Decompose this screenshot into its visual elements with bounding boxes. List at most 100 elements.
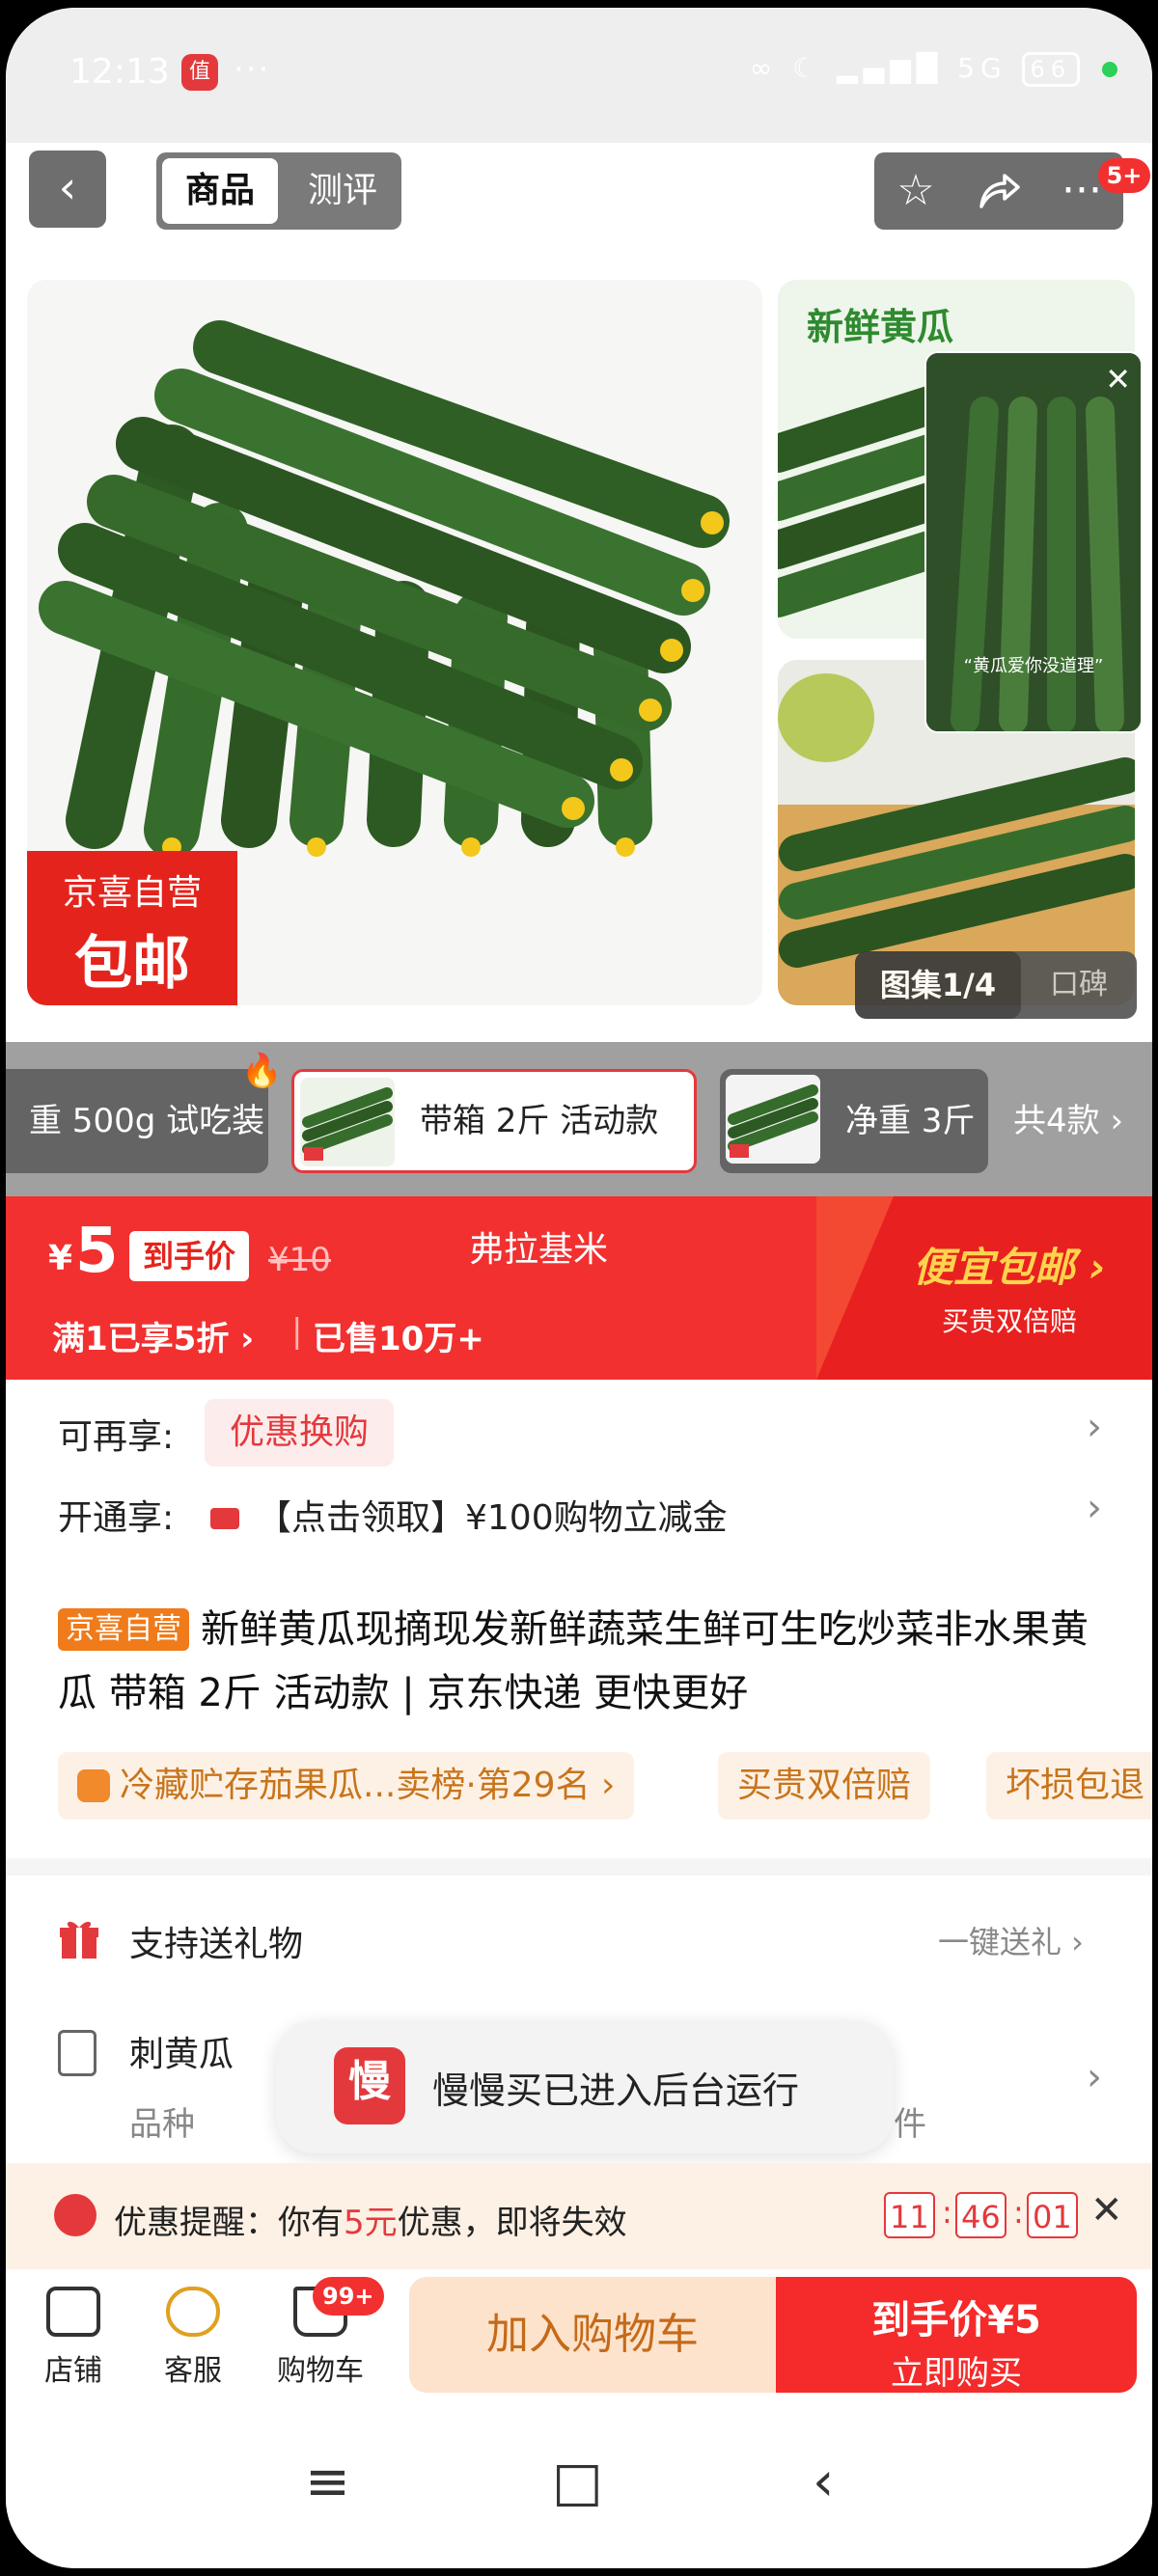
- tab-review[interactable]: 测评: [290, 158, 396, 224]
- back-button[interactable]: ‹: [29, 151, 106, 228]
- moon-icon: ☾: [792, 52, 823, 84]
- variant-count-label: 共4款: [1013, 1102, 1100, 1140]
- favorite-star-icon[interactable]: ☆: [874, 152, 957, 230]
- variant-count-link[interactable]: 共4款 ›: [1013, 1069, 1123, 1173]
- price-banner: ¥ 5 到手价 ¥10 弗拉基米 满1已享5折 › | 已售10万+ 便宜包邮 …: [6, 1196, 1152, 1380]
- countdown-colon: :: [1013, 2194, 1024, 2231]
- rank-badge-icon: [77, 1769, 110, 1802]
- document-icon: [58, 2030, 96, 2076]
- separator: |: [291, 1312, 303, 1351]
- card-icon: [210, 1508, 239, 1529]
- gallery-counter[interactable]: 图集1/4: [855, 951, 1021, 1019]
- gift-icon: [58, 1918, 100, 1960]
- menu-icon[interactable]: ≡: [305, 2451, 350, 2513]
- chevron-right-icon[interactable]: ›: [1087, 1486, 1102, 1530]
- discount-reminder-bar: 优惠提醒：你有5元优惠，即将失效 11 : 46 : 01 ✕: [6, 2163, 1152, 2269]
- countdown-colon: :: [942, 2194, 952, 2231]
- brand-name: 弗拉基米: [469, 1230, 609, 1270]
- offer-row2-label: 开通享:: [58, 1498, 175, 1538]
- hot-fire-icon: 🔥: [241, 1052, 283, 1090]
- ranking-chip-label: 冷藏贮存茄果瓜...卖榜·第29名 ›: [120, 1766, 616, 1805]
- price-guarantee-chip[interactable]: 买贵双倍赔: [718, 1752, 931, 1820]
- header-tabs: 商品 测评: [156, 152, 401, 230]
- service-label: 客服: [164, 2354, 222, 2388]
- product-title: 京喜自营 新鲜黄瓜现摘现发新鲜蔬菜生鲜可生吃炒菜非水果黄瓜 带箱 2斤 活动款 |…: [58, 1598, 1119, 1725]
- promo-line2: 包邮: [74, 930, 190, 998]
- variant-option-3[interactable]: 净重 3斤: [720, 1069, 988, 1173]
- variant-option-2-selected[interactable]: 带箱 2斤 活动款: [291, 1069, 697, 1173]
- sold-count: 已售10万+: [313, 1320, 484, 1358]
- gallery-switch: 图集1/4 口碑: [855, 951, 1137, 1019]
- share-icon[interactable]: [957, 152, 1040, 230]
- variant-label: 带箱 2斤 活动款: [420, 1102, 659, 1140]
- chevron-right-icon[interactable]: ›: [1087, 2055, 1102, 2099]
- promo-line1: 京喜自营: [62, 873, 202, 913]
- free-shipping-subtitle: 买贵双倍赔: [942, 1305, 1078, 1337]
- gift-support-label: 支持送礼物: [129, 1925, 304, 1964]
- price-tag: 到手价: [129, 1231, 250, 1281]
- close-video-icon[interactable]: ✕: [1105, 361, 1131, 397]
- link-icon: ∞: [749, 52, 779, 84]
- countdown-seconds: 01: [1027, 2192, 1078, 2238]
- back-nav-icon[interactable]: ‹: [813, 2451, 834, 2513]
- phone-screen: 12:13 值 ··· ∞ ☾ ▂▄▆█ 5G 66 ‹ 商品 测评 ☆ ···…: [6, 8, 1152, 2568]
- price-currency: ¥: [48, 1239, 73, 1278]
- self-operated-tag: 京喜自营: [58, 1608, 189, 1651]
- network-label: 5G: [957, 52, 1007, 84]
- chevron-right-icon[interactable]: ›: [1087, 1405, 1102, 1449]
- cart-label: 购物车: [277, 2354, 364, 2388]
- original-price: ¥10: [268, 1241, 331, 1279]
- free-shipping-banner[interactable]: 便宜包邮 › 买贵双倍赔: [816, 1196, 1152, 1380]
- price-value: 5: [75, 1216, 119, 1287]
- variety-value: 刺黄瓜: [129, 2035, 234, 2074]
- discount-info[interactable]: 满1已享5折 ›: [52, 1312, 254, 1359]
- offer-row1-label: 可再享:: [58, 1417, 175, 1457]
- battery-icon: 66: [1021, 52, 1081, 87]
- lightning-decoration: [816, 1196, 894, 1380]
- buy-now-button[interactable]: 到手价¥5 立即购买: [776, 2277, 1137, 2393]
- store-button[interactable]: 店铺: [15, 2287, 131, 2389]
- section-divider: [6, 1858, 1152, 1876]
- damage-refund-chip[interactable]: 坏损包退: [986, 1752, 1152, 1820]
- floating-video[interactable]: ✕ “黄瓜爱你没道理”: [924, 351, 1143, 733]
- countdown-minutes: 46: [955, 2192, 1006, 2238]
- customer-service-icon: [166, 2287, 220, 2337]
- condition-tail: 件: [894, 2105, 926, 2144]
- privacy-dot-icon: [1102, 62, 1117, 77]
- store-label: 店铺: [44, 2354, 102, 2388]
- add-to-cart-button[interactable]: 加入购物车: [409, 2277, 776, 2393]
- home-icon[interactable]: □: [552, 2451, 603, 2513]
- variant-option-1[interactable]: 重 500g 试吃装: [6, 1069, 268, 1173]
- signal-icon: ▂▄▆█: [837, 52, 944, 84]
- variant-strip: 重 500g 试吃装 🔥 带箱 2斤 活动款 净重 3斤 共4款 ›: [6, 1042, 1152, 1196]
- video-caption: “黄瓜爱你没道理”: [963, 656, 1104, 676]
- status-time: 12:13: [69, 52, 170, 92]
- variety-label: 品种: [129, 2105, 195, 2144]
- ranking-chip[interactable]: 冷藏贮存茄果瓜...卖榜·第29名 ›: [58, 1752, 635, 1820]
- variant-thumb: [300, 1078, 395, 1166]
- side-image-title: 新鲜黄瓜: [807, 306, 954, 348]
- tab-product[interactable]: 商品: [162, 158, 278, 224]
- buy-now-label: 立即购买: [891, 2354, 1022, 2393]
- reviews-link[interactable]: 口碑: [1021, 951, 1137, 1019]
- header-actions: ☆ ···: [874, 152, 1123, 230]
- more-badge: 5+: [1098, 158, 1150, 193]
- exchange-offer-button[interactable]: 优惠换购: [205, 1399, 395, 1466]
- close-reminder-icon[interactable]: ✕: [1090, 2188, 1123, 2233]
- coupon-link[interactable]: 【点击领取】¥100购物立减金: [257, 1490, 728, 1540]
- send-gift-link[interactable]: 一键送礼 ›: [938, 1918, 1084, 1962]
- countdown-hours: 11: [884, 2192, 935, 2238]
- free-shipping-title: 便宜包邮 ›: [913, 1244, 1106, 1291]
- reminder-text: 优惠提醒：你有5元优惠，即将失效: [114, 2204, 627, 2242]
- variant-thumb: [726, 1075, 820, 1164]
- store-icon: [46, 2287, 100, 2337]
- manmanmai-app-icon: 慢: [334, 2047, 405, 2124]
- toast-message: 慢慢买已进入后台运行: [432, 2069, 800, 2112]
- customer-service-button[interactable]: 客服: [135, 2287, 251, 2389]
- cart-badge: 99+: [313, 2277, 384, 2316]
- product-title-text: 新鲜黄瓜现摘现发新鲜蔬菜生鲜可生吃炒菜非水果黄瓜 带箱 2斤 活动款 | 京东快…: [58, 1607, 1089, 1715]
- background-run-toast: 慢 慢慢买已进入后台运行: [276, 2020, 894, 2153]
- system-navigation-bar: ≡ □ ‹: [6, 2404, 1152, 2568]
- status-bar: 12:13 值 ··· ∞ ☾ ▂▄▆█ 5G 66: [6, 8, 1152, 143]
- buy-price: 到手价¥5: [871, 2298, 1041, 2343]
